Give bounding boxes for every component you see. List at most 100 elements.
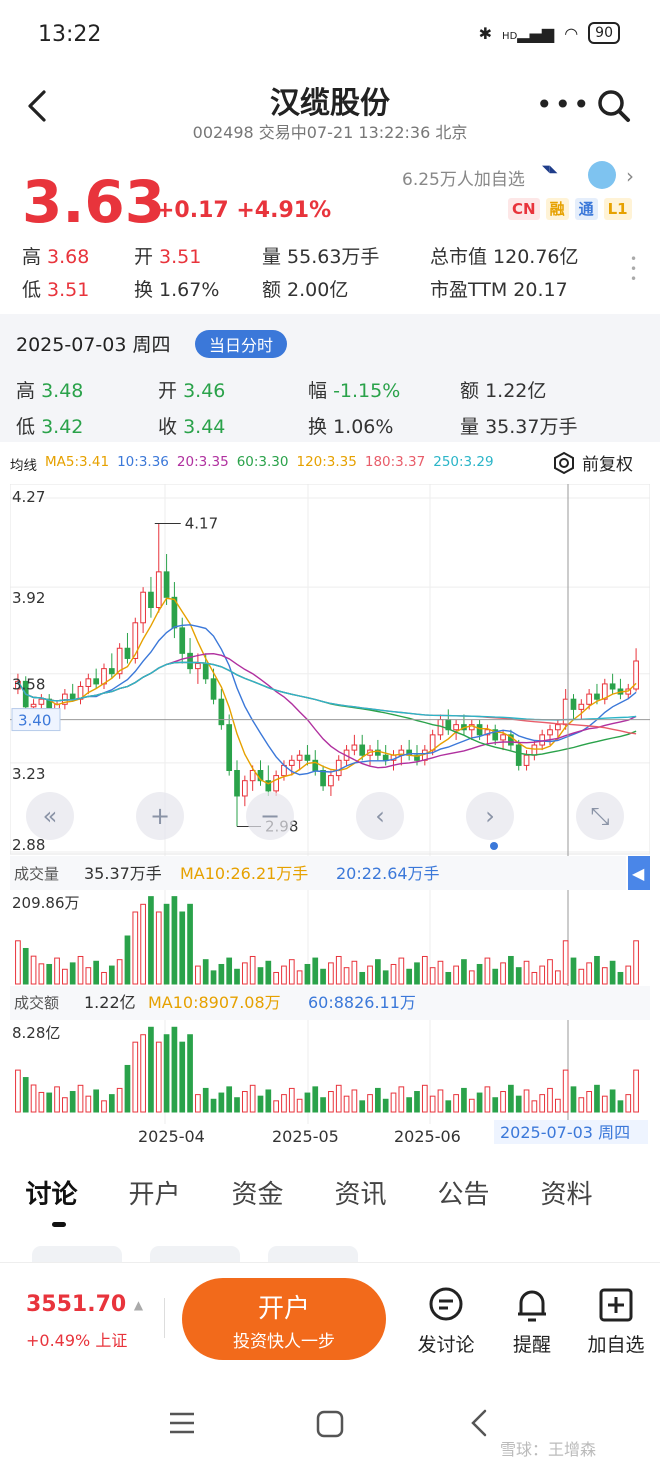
volume-bar [226, 957, 233, 985]
ma-item-6: 250:3.29 [433, 454, 494, 470]
y-tick-2: 3.58 [12, 676, 45, 694]
badge-0[interactable]: CN [508, 198, 540, 220]
amount-bar [179, 1041, 186, 1113]
day-turnover: 换 1.06% [308, 416, 394, 438]
zoom-minus-icon[interactable]: − [260, 802, 280, 830]
collapse-arrow-icon[interactable]: ◀ [632, 864, 645, 883]
volume-bar [257, 967, 264, 985]
post-discussion-button[interactable]: 发讨论 [406, 1286, 486, 1357]
volume-bar [281, 965, 287, 985]
candle-body [296, 754, 303, 761]
candle-body [547, 729, 553, 736]
badge-2[interactable]: 通 [574, 198, 598, 220]
volume-bar [335, 955, 342, 985]
tab-1[interactable]: 开户 [103, 1174, 206, 1211]
stock-subtitle: 002498 交易中07-21 13:22:36 北京 [192, 123, 468, 142]
volume-bar [554, 970, 561, 985]
badge-1[interactable]: 融 [545, 198, 569, 220]
volume-bar [265, 960, 272, 985]
network-label: HD [502, 30, 518, 42]
adjust-button[interactable]: 前复权 [552, 450, 633, 475]
scroll-left-icon[interactable]: ‹ [375, 802, 385, 830]
tab-5[interactable]: 资料 [515, 1174, 618, 1211]
volume-bar [304, 963, 311, 985]
stat-open: 开 3.51 [134, 246, 202, 268]
nav-back-icon[interactable] [468, 1408, 490, 1438]
amount-bar [633, 1069, 639, 1113]
max-annotation: 4.17 [185, 514, 218, 532]
candle-body [85, 678, 92, 687]
volume-bar [288, 959, 295, 985]
volume-bar [468, 970, 475, 985]
intraday-button[interactable]: 当日分时 [195, 330, 288, 358]
amount-bar [539, 1094, 546, 1113]
tab-3[interactable]: 资讯 [309, 1174, 412, 1211]
volume-bar [210, 970, 217, 985]
add-watchlist-button[interactable]: 加自选 [576, 1286, 656, 1357]
volume-bar [578, 968, 585, 985]
volume-bar [202, 959, 209, 985]
amount-bar [390, 1092, 397, 1113]
status-icons: ✱ HD▂▄▆ ◠ 90 [479, 22, 620, 44]
amount-bar [609, 1089, 616, 1113]
volume-bar [38, 963, 45, 985]
volume-bar [108, 965, 115, 985]
volume-bar [163, 903, 170, 985]
fullscreen-icon[interactable]: ⤡ [590, 802, 609, 830]
volume-bar [382, 970, 389, 985]
volume-bar [429, 967, 436, 985]
candle-body [234, 770, 240, 797]
candle-body [335, 759, 342, 777]
volume-bar [155, 911, 162, 985]
tab-2[interactable]: 资金 [206, 1174, 309, 1211]
amount-bar [69, 1091, 76, 1113]
followers-count: 6.25万人加自选 [402, 170, 525, 190]
zoom-in-icon[interactable]: + [150, 802, 170, 830]
ma-item-4: 120:3.35 [296, 454, 357, 470]
cursor-date: 2025-07-03 周四 [500, 1123, 630, 1142]
amount-bar [101, 1100, 107, 1113]
candle-body [140, 591, 146, 624]
ma-item-2: 20:3.35 [176, 454, 229, 470]
menu-icon[interactable] [168, 1410, 196, 1436]
volume-max-tick: 209.86万 [12, 894, 80, 912]
tab-4[interactable]: 公告 [412, 1174, 515, 1211]
candle-body [218, 698, 225, 726]
amount-bar [578, 1097, 585, 1113]
day-open: 开 3.46 [158, 380, 226, 402]
amount-bar [132, 1041, 139, 1113]
watermark: 雪球：王增森 [500, 1440, 597, 1459]
home-square-icon[interactable] [316, 1410, 344, 1438]
wifi-icon: ◠ [564, 23, 579, 43]
open-account-button[interactable]: 开户 投资快人一步 [182, 1278, 386, 1360]
y-tick-0: 4.27 [12, 488, 45, 506]
tab-0[interactable]: 讨论 [0, 1174, 103, 1211]
amount-bar [531, 1100, 538, 1113]
zoom-out-far-icon[interactable]: « [43, 802, 58, 830]
remind-button[interactable]: 提醒 [492, 1286, 572, 1357]
scroll-right-icon[interactable]: › [485, 802, 495, 830]
candle-body [93, 678, 100, 685]
candle-body [453, 724, 459, 731]
index-value[interactable]: 3551.70 ▲ [26, 1292, 143, 1317]
candle-body [304, 754, 311, 761]
chevron-right-icon[interactable]: › [626, 164, 634, 188]
y-tick-4: 2.88 [12, 836, 45, 854]
vertical-dots-icon[interactable]: • • • [630, 253, 637, 285]
bluetooth-icon: ✱ [478, 23, 493, 43]
search-icon[interactable] [596, 88, 632, 124]
amount-bar [429, 1095, 436, 1113]
volume-bar [617, 971, 624, 985]
avatar[interactable] [588, 161, 616, 189]
badge-3[interactable]: L1 [603, 198, 632, 220]
more-dots-icon[interactable]: ••• [536, 88, 592, 121]
volume-bar [609, 960, 616, 985]
volume-bar [179, 911, 186, 985]
amount-bar [249, 1084, 256, 1113]
candle-body [320, 770, 326, 787]
volume-bar [500, 962, 506, 985]
candle-body [562, 698, 569, 726]
kline-chart[interactable]: 4.273.923.583.232.883.404.172.98«+−‹›⤡◀成… [10, 484, 650, 1144]
open-account-label: 开户 [257, 1294, 310, 1324]
candle-body [554, 724, 561, 731]
